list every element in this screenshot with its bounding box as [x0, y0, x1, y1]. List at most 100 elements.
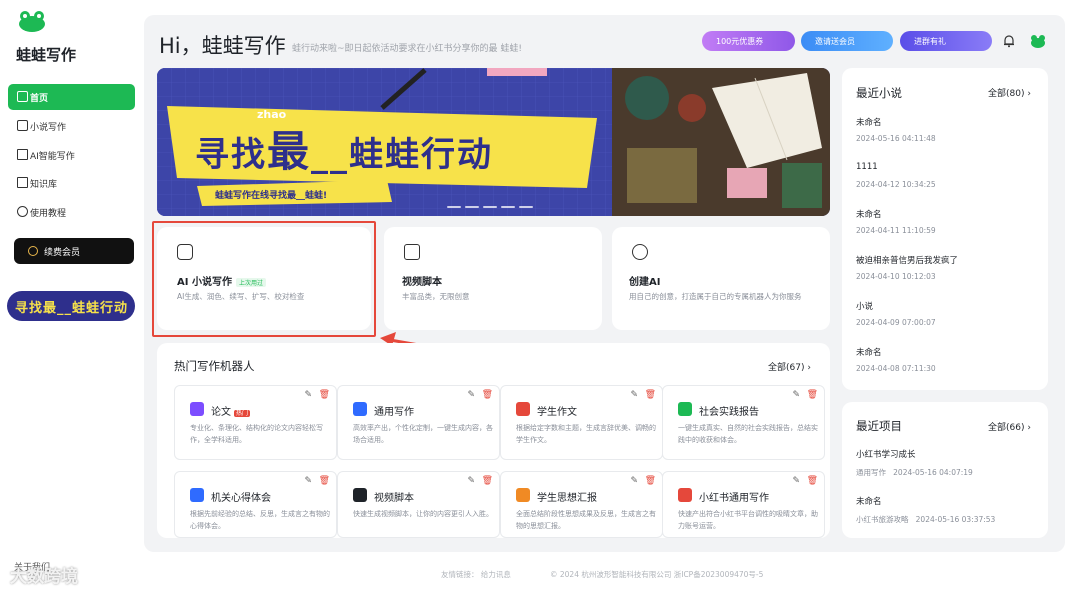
project-name[interactable]: 小红书学习成长: [856, 448, 916, 460]
promo-banner[interactable]: 寻找最__蛙蛙行动: [7, 291, 135, 321]
project-name[interactable]: 未命名: [856, 495, 882, 507]
student-icon: [516, 488, 530, 502]
recent-projects-title: 最近项目: [856, 419, 902, 433]
banner-headline-1: 寻找: [195, 135, 267, 175]
code-icon: [353, 488, 367, 502]
bell-icon[interactable]: [1002, 34, 1016, 48]
delete-icon[interactable]: 🗑: [319, 476, 330, 486]
edit-icon[interactable]: ✎: [304, 390, 312, 400]
banner-headline-2: 最: [267, 127, 312, 176]
project-meta: 小红书旅游攻略 2024-05-16 03:37:53: [856, 515, 996, 524]
hero-banner[interactable]: 寻找最__蛙蛙行动 zhao 蛙蛙写作在线寻找最__蛙蛙!: [157, 68, 830, 216]
banner-sub: 蛙蛙写作在线寻找最__蛙蛙!: [215, 191, 328, 201]
sidebar: 蛙蛙写作 首页 小说写作 AI智能写作 知识库 使用教程 续费会员 寻找最__蛙…: [0, 0, 144, 593]
recent-novels-title: 最近小说: [856, 86, 902, 100]
essay-icon: [516, 402, 530, 416]
robot-name: 论文 热门: [211, 407, 251, 418]
project-meta: 通用写作 2024-05-16 04:07:19: [856, 468, 973, 477]
sidebar-item-novel[interactable]: 小说写作: [8, 113, 135, 139]
robot-desc: 快速生成视频脚本，让你的内容更引人入胜。: [353, 510, 493, 518]
book-icon: [17, 177, 28, 188]
robot-icon: [632, 244, 648, 260]
feature-card-video-script[interactable]: 视频脚本 丰富品类，无限创意: [384, 227, 602, 330]
sidebar-item-ai-writing[interactable]: AI智能写作: [8, 142, 135, 168]
novel-name[interactable]: 小说: [856, 300, 873, 312]
novel-time: 2024-04-10 10:12:03: [856, 272, 936, 281]
edit-icon[interactable]: ✎: [467, 476, 475, 486]
feature-card-create-ai[interactable]: 创建AI 用自己的创意，打造属于自己的专属机器人为你服务: [612, 227, 830, 330]
avatar[interactable]: [1030, 33, 1046, 49]
robot-card-essay[interactable]: 学生作文 根据给定字数和主题，生成言辞优美、调畅的学生作文。 ✎ 🗑: [500, 385, 663, 460]
ai-icon: [17, 149, 28, 160]
delete-icon[interactable]: 🗑: [807, 476, 818, 486]
robot-card-thought-report[interactable]: 学生思想汇报 全面总结阶段性思想成果及反思，生成言之有物的思想汇报。 ✎ 🗑: [500, 471, 663, 538]
robot-desc: 根据给定字数和主题，生成言辞优美、调畅的学生作文。: [516, 424, 656, 444]
novel-name[interactable]: 未命名: [856, 346, 882, 358]
vip-label: 续费会员: [44, 247, 81, 258]
delete-icon[interactable]: 🗑: [645, 476, 656, 486]
feature-title: 视频脚本: [402, 277, 442, 288]
robot-card-general[interactable]: 通用写作 高效率产出，个性化定制，一键生成内容，各场合适用。 ✎ 🗑: [337, 385, 500, 460]
frog-logo-icon: [19, 11, 45, 32]
sidebar-item-label: 知识库: [30, 179, 58, 190]
banner-headline: 寻找最__蛙蛙行动: [195, 118, 493, 179]
delete-icon[interactable]: 🗑: [482, 390, 493, 400]
edit-icon[interactable]: ✎: [304, 476, 312, 486]
robot-desc: 一键生成真实、自然的社会实践报告，总结实践中的收获和体会。: [678, 424, 818, 444]
announcement-marquee[interactable]: 蛙行动来啦~即日起依活动要求在小红书分享你的最 蛙蛙!: [292, 41, 522, 54]
robot-name: 学生作文: [537, 407, 577, 418]
banner-headline-3: __蛙蛙行动: [311, 135, 494, 175]
edit-icon[interactable]: ✎: [792, 390, 800, 400]
sidebar-item-tutorial[interactable]: 使用教程: [8, 199, 135, 225]
edit-icon[interactable]: ✎: [630, 390, 638, 400]
person-icon: [190, 488, 204, 502]
sidebar-item-knowledge[interactable]: 知识库: [8, 170, 135, 196]
novel-name[interactable]: 被迫相亲普信男后我发疯了: [856, 254, 958, 266]
join-group-button[interactable]: 进群有礼: [900, 31, 992, 51]
robot-card-practice-report[interactable]: 社会实践报告 一键生成真实、自然的社会实践报告，总结实践中的收获和体会。 ✎ 🗑: [662, 385, 825, 460]
page-title: Hi，蛙蛙写作: [159, 34, 286, 58]
crown-icon: [28, 246, 38, 256]
home-icon: [17, 91, 28, 102]
robot-name: 社会实践报告: [699, 407, 759, 418]
edit-icon[interactable]: ✎: [630, 476, 638, 486]
edit-icon[interactable]: ✎: [467, 390, 475, 400]
robot-card-experience[interactable]: 机关心得体会 根据先前经验的总结、反思，生成言之有物的心得体会。 ✎ 🗑: [174, 471, 337, 538]
invite-button[interactable]: 邀请送会员: [801, 31, 893, 51]
novel-name[interactable]: 未命名: [856, 208, 882, 220]
app-name: 蛙蛙写作: [16, 46, 77, 64]
robot-card-video-script[interactable]: 视频脚本 快速生成视频脚本，让你的内容更引人入胜。 ✎ 🗑: [337, 471, 500, 538]
footer-copyright: © 2024 杭州波形智能科技有限公司 浙ICP备2023009470号-5: [550, 570, 764, 579]
sidebar-item-home[interactable]: 首页: [8, 84, 135, 110]
novel-name[interactable]: 未命名: [856, 116, 882, 128]
renew-vip-button[interactable]: 续费会员: [14, 238, 134, 264]
robot-name: 机关心得体会: [211, 493, 271, 504]
robot-name: 视频脚本: [374, 493, 414, 504]
feature-title: 创建AI: [629, 277, 661, 288]
novel-time: 2024-04-12 10:34:25: [856, 180, 936, 189]
robot-name: 学生思想汇报: [537, 493, 597, 504]
robot-card-xiaohongshu[interactable]: 小红书通用写作 快速产出符合小红书平台调性的吸睛文章，助力账号运营。 ✎ 🗑: [662, 471, 825, 538]
edit-icon[interactable]: ✎: [792, 476, 800, 486]
recent-novels-all-link[interactable]: 全部(80) ›: [988, 86, 1031, 99]
highlight-box: [152, 221, 376, 337]
coupon-button[interactable]: 100元优惠券: [702, 31, 795, 51]
delete-icon[interactable]: 🗑: [645, 390, 656, 400]
watermark: 大数跨境: [10, 567, 78, 587]
delete-icon[interactable]: 🗑: [482, 476, 493, 486]
sidebar-item-label: AI智能写作: [30, 151, 75, 162]
novel-time: 2024-04-09 07:00:07: [856, 318, 936, 327]
robot-card-thesis[interactable]: 论文 热门 专业化、条理化、结构化的论文内容轻松写作，全学科适用。 ✎ 🗑: [174, 385, 337, 460]
delete-icon[interactable]: 🗑: [319, 390, 330, 400]
delete-icon[interactable]: 🗑: [807, 390, 818, 400]
hot-robots-all-link[interactable]: 全部(67) ›: [768, 360, 811, 373]
recent-projects-all-link[interactable]: 全部(66) ›: [988, 420, 1031, 433]
robot-desc: 全面总结阶段性思想成果及反思，生成言之有物的思想汇报。: [516, 510, 656, 530]
pen-icon: [353, 402, 367, 416]
promo-text: 寻找最__蛙蛙行动: [15, 301, 129, 316]
novel-name[interactable]: 1111: [856, 162, 878, 172]
report-icon: [678, 402, 692, 416]
robot-desc: 专业化、条理化、结构化的论文内容轻松写作，全学科适用。: [190, 424, 323, 444]
footer-link[interactable]: 给力讯息: [481, 570, 511, 579]
robot-desc: 快速产出符合小红书平台调性的吸睛文章，助力账号运营。: [678, 510, 818, 530]
